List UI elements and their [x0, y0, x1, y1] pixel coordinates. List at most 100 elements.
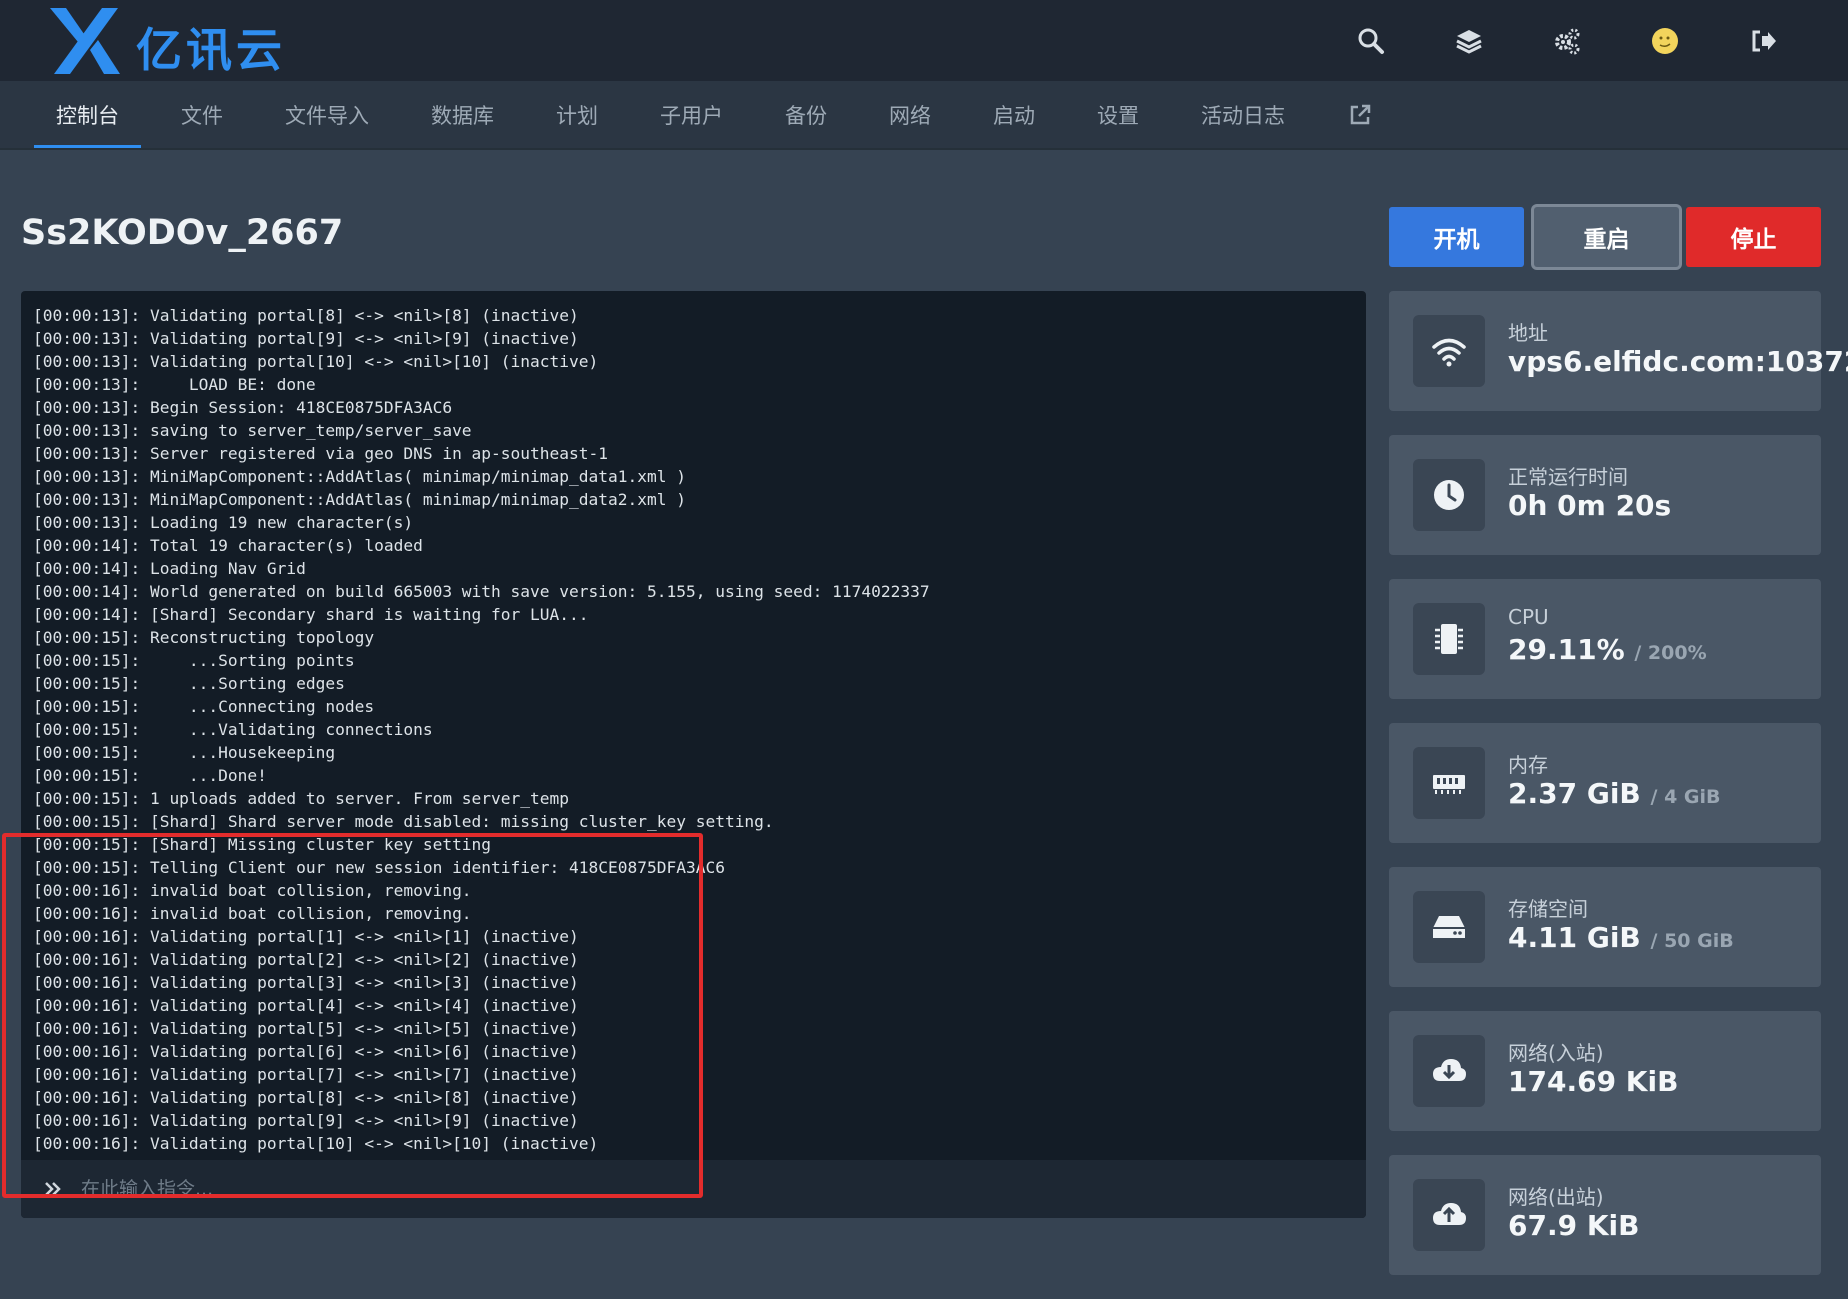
console-line: [00:00:13]: Server registered via geo DN…	[33, 444, 608, 463]
console-line: [00:00:16]: Validating portal[8] <-> <ni…	[33, 1088, 579, 1107]
memory-icon	[1413, 747, 1485, 819]
console-line: [00:00:15]: [Shard] Shard server mode di…	[33, 812, 774, 831]
stat-label: 网络(入站)	[1508, 1041, 1604, 1065]
console-line: [00:00:14]: Loading Nav Grid	[33, 559, 306, 578]
double-chevron-right-icon	[45, 1182, 61, 1196]
uptime-value: 0h 0m 20s	[1508, 489, 1672, 522]
console-line: [00:00:16]: invalid boat collision, remo…	[33, 881, 472, 900]
memory-value: 2.37 GiB / 4 GiB	[1508, 777, 1721, 810]
console-line: [00:00:16]: Validating portal[10] <-> <n…	[33, 1134, 599, 1153]
brand-name[interactable]: 亿讯云	[136, 14, 286, 80]
tab-database[interactable]: 数据库	[409, 81, 516, 148]
tab-settings[interactable]: 设置	[1075, 81, 1161, 148]
console-line: [00:00:16]: Validating portal[3] <-> <ni…	[33, 973, 579, 992]
stat-card-cpu: CPU 29.11% / 200%	[1389, 579, 1821, 699]
tab-network[interactable]: 网络	[867, 81, 953, 148]
cloud-download-icon	[1413, 1035, 1485, 1107]
search-icon[interactable]	[1322, 18, 1420, 64]
console-output: [00:00:13]: Validating portal[8] <-> <ni…	[33, 304, 1333, 1178]
console-line: [00:00:13]: Validating portal[9] <-> <ni…	[33, 329, 579, 348]
command-bar	[21, 1160, 1366, 1218]
network-out-value: 67.9 KiB	[1508, 1209, 1640, 1242]
microchip-icon	[1413, 603, 1485, 675]
network-in-value: 174.69 KiB	[1508, 1065, 1679, 1098]
layers-icon[interactable]	[1420, 18, 1518, 64]
stat-label: 存储空间	[1508, 897, 1588, 921]
hdd-icon	[1413, 891, 1485, 963]
tab-console[interactable]: 控制台	[34, 81, 141, 148]
stat-label: 地址	[1508, 321, 1548, 345]
console-line: [00:00:16]: Validating portal[7] <-> <ni…	[33, 1065, 579, 1084]
cpu-max: / 200%	[1634, 642, 1707, 664]
console-line: [00:00:15]: ...Sorting points	[33, 651, 355, 670]
cloud-upload-icon	[1413, 1179, 1485, 1251]
console-line: [00:00:16]: Validating portal[2] <-> <ni…	[33, 950, 579, 969]
console-line: [00:00:15]: [Shard] Missing cluster key …	[33, 835, 492, 854]
console-line: [00:00:16]: Validating portal[1] <-> <ni…	[33, 927, 579, 946]
console-panel: [00:00:13]: Validating portal[8] <-> <ni…	[21, 291, 1366, 1218]
console-line: [00:00:13]: Begin Session: 418CE0875DFA3…	[33, 398, 453, 417]
gears-icon[interactable]	[1518, 18, 1616, 64]
tab-activity-log[interactable]: 活动日志	[1179, 81, 1307, 148]
console-line: [00:00:16]: Validating portal[9] <-> <ni…	[33, 1111, 579, 1130]
tab-file-import[interactable]: 文件导入	[263, 81, 391, 148]
console-line: [00:00:16]: Validating portal[5] <-> <ni…	[33, 1019, 579, 1038]
stat-card-storage: 存储空间 4.11 GiB / 50 GiB	[1389, 867, 1821, 987]
console-line: [00:00:13]: Loading 19 new character(s)	[33, 513, 414, 532]
wifi-icon	[1413, 315, 1485, 387]
stat-label: 正常运行时间	[1508, 465, 1628, 489]
console-line: [00:00:13]: Validating portal[8] <-> <ni…	[33, 306, 579, 325]
console-line: [00:00:16]: invalid boat collision, remo…	[33, 904, 472, 923]
memory-max: / 4 GiB	[1650, 786, 1721, 808]
restart-button[interactable]: 重启	[1534, 207, 1679, 267]
storage-value: 4.11 GiB / 50 GiB	[1508, 921, 1734, 954]
stat-card-memory: 内存 2.37 GiB / 4 GiB	[1389, 723, 1821, 843]
console-line: [00:00:13]: Validating portal[10] <-> <n…	[33, 352, 599, 371]
console-line: [00:00:13]: MiniMapComponent::AddAtlas( …	[33, 490, 686, 509]
server-name: Ss2KODOv_2667	[21, 213, 344, 253]
user-avatar-icon[interactable]	[1616, 18, 1714, 64]
stat-label: CPU	[1508, 605, 1549, 629]
tab-schedules[interactable]: 计划	[534, 81, 620, 148]
console-line: [00:00:16]: Validating portal[4] <-> <ni…	[33, 996, 579, 1015]
tab-startup[interactable]: 启动	[971, 81, 1057, 148]
console-line: [00:00:15]: 1 uploads added to server. F…	[33, 789, 570, 808]
console-line: [00:00:15]: ...Validating connections	[33, 720, 433, 739]
stat-card-uptime: 正常运行时间 0h 0m 20s	[1389, 435, 1821, 555]
console-line: [00:00:13]: saving to server_temp/server…	[33, 421, 472, 440]
console-line: [00:00:15]: Telling Client our new sessi…	[33, 858, 725, 877]
main-nav: 控制台 文件 文件导入 数据库 计划 子用户 备份 网络 启动 设置 活动日志	[0, 81, 1848, 150]
stat-card-network-in: 网络(入站) 174.69 KiB	[1389, 1011, 1821, 1131]
tab-backups[interactable]: 备份	[763, 81, 849, 148]
server-address-value[interactable]: vps6.elfidc.com:10372	[1508, 345, 1848, 378]
cpu-current: 29.11%	[1508, 633, 1625, 666]
tab-subusers[interactable]: 子用户	[638, 81, 745, 148]
storage-max: / 50 GiB	[1650, 930, 1734, 952]
cpu-value: 29.11% / 200%	[1508, 633, 1707, 666]
console-line: [00:00:14]: Total 19 character(s) loaded	[33, 536, 423, 555]
stat-card-address: 地址 vps6.elfidc.com:10372	[1389, 291, 1848, 411]
stat-card-network-out: 网络(出站) 67.9 KiB	[1389, 1155, 1821, 1275]
console-line: [00:00:14]: World generated on build 665…	[33, 582, 930, 601]
console-line: [00:00:13]: MiniMapComponent::AddAtlas( …	[33, 467, 686, 486]
console-line: [00:00:15]: ...Sorting edges	[33, 674, 345, 693]
external-link-icon[interactable]	[1325, 81, 1395, 148]
console-line: [00:00:15]: ...Done!	[33, 766, 267, 785]
brand-logo-icon[interactable]	[48, 8, 120, 74]
clock-icon	[1413, 459, 1485, 531]
start-button[interactable]: 开机	[1389, 207, 1524, 267]
storage-current: 4.11 GiB	[1508, 921, 1641, 954]
top-bar: 亿讯云	[0, 0, 1848, 81]
stat-label: 网络(出站)	[1508, 1185, 1604, 1209]
top-icon-bar	[1322, 18, 1812, 64]
sign-out-icon[interactable]	[1714, 18, 1812, 64]
console-line: [00:00:15]: ...Connecting nodes	[33, 697, 375, 716]
console-line: [00:00:14]: [Shard] Secondary shard is w…	[33, 605, 589, 624]
command-input[interactable]	[79, 1177, 1366, 1201]
console-line: [00:00:16]: Validating portal[6] <-> <ni…	[33, 1042, 579, 1061]
stat-label: 内存	[1508, 753, 1548, 777]
memory-current: 2.37 GiB	[1508, 777, 1641, 810]
stop-button[interactable]: 停止	[1686, 207, 1821, 267]
console-line: [00:00:13]: LOAD BE: done	[33, 375, 316, 394]
tab-files[interactable]: 文件	[159, 81, 245, 148]
